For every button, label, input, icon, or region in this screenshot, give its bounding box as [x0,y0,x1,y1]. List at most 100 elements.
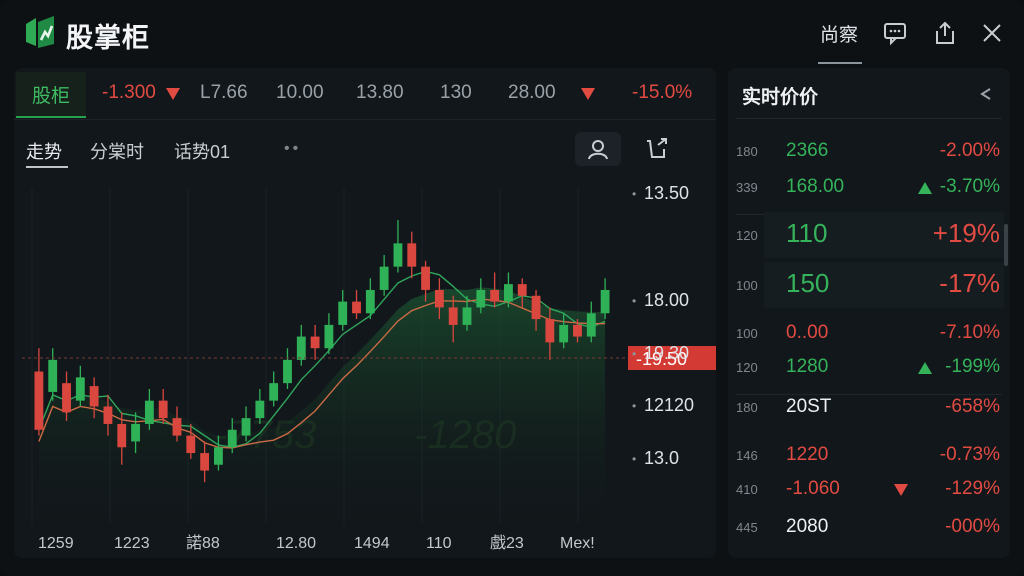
row-value: -1.060 [786,478,840,499]
quote-tab[interactable]: 股柜 [16,72,86,118]
price-row[interactable]: 445 2080 -000% [728,516,1010,550]
candle-body [34,371,44,430]
row-change: -199% [945,356,1000,377]
collapse-chevron-icon[interactable] [976,84,996,104]
row-code: 120 [736,228,758,243]
candle-body [352,301,361,314]
row-code: 120 [736,360,758,375]
candle-body [573,324,582,337]
candle-body [103,406,113,424]
candle-body [75,377,85,401]
candle-body [379,266,389,290]
y-tick-mark: • [632,399,636,413]
candle-body [393,243,403,267]
row-code: 445 [736,520,758,535]
candle-body [310,336,320,349]
candle-body [227,429,237,448]
user-button[interactable] [575,132,621,166]
candle-body [214,447,223,465]
row-change: -3.70% [939,176,1000,197]
candle-body [62,383,71,413]
quote-change: -1.300 [102,82,156,103]
x-tick-label: Mex! [560,535,595,552]
price-row[interactable]: 100 0..00 -7.10% [728,322,1010,356]
share-icon[interactable] [932,20,958,46]
candle-body [531,295,541,320]
quote-value-1: L7.66 [200,82,248,103]
row-value: 0..00 [786,322,829,343]
x-tick-label: 110 [426,535,452,552]
y-tick-label: 18.00 [644,290,689,310]
row-change: -7.10% [939,322,1000,343]
export-button[interactable] [634,132,680,166]
price-row[interactable]: 180 2366 -2.00% [728,140,1010,174]
row-change: -000% [945,516,1000,537]
up-arrow-icon [918,182,932,194]
candle-body [117,423,127,448]
price-row[interactable]: 100 150 -17% [728,268,1010,314]
y-tick-label: 19.30 [644,343,689,363]
top-nav-link[interactable]: 尚察 [820,20,858,47]
x-tick-label: 諾88 [186,534,220,552]
row-code: 180 [736,400,758,415]
candle-body [131,423,140,442]
down-arrow-icon [894,484,908,496]
candle-body [517,284,527,296]
candle-body [600,289,610,314]
candle-body [89,386,99,407]
tab-trend-01[interactable]: 话势01 [174,138,230,164]
realtime-price-panel: 实时价价 180 2366 -2.00% 339 168.00 -3.70% 120 110 +… [728,68,1010,558]
row-change: -129% [945,478,1000,499]
price-row[interactable]: 180 20ST -658% [728,396,1010,430]
row-value: 2080 [786,516,829,537]
tab-intraday[interactable]: 分棠时 [90,138,144,164]
candle-body [338,301,348,325]
row-change: -658% [945,396,1000,417]
candle-body [490,289,500,302]
row-value: 150 [786,268,830,298]
candle-body [324,324,334,349]
row-change: -2.00% [939,140,1000,161]
chat-icon[interactable] [882,20,908,46]
price-row[interactable]: 120 110 +19% [728,218,1010,264]
row-code: 100 [736,326,758,341]
quote-value-2: 10.00 [276,82,324,103]
close-icon[interactable] [979,20,1005,46]
quote-value-5: 28.00 [508,82,556,103]
up-arrow-icon [918,362,932,374]
candle-body [255,400,265,419]
brand-logo-icon [26,16,54,48]
y-tick-label: 12120 [644,395,694,415]
candlestick-chart[interactable]: -7753-1280-19.50•12.60•13.50•18.00•19.30… [14,178,716,558]
price-row[interactable]: 120 1280 -199% [728,356,1010,390]
row-value: 20ST [786,396,832,417]
top-nav-underline [818,62,862,64]
scrollbar[interactable] [1004,224,1008,266]
x-tick-label: 1259 [38,535,74,552]
divider [736,394,1002,395]
candle-body [421,266,430,290]
price-row[interactable]: 410 -1.060 -129% [728,478,1010,512]
quote-percent: -15.0% [632,82,693,103]
trend-area [38,287,606,523]
y-tick-mark: • [632,187,636,201]
tab-trend-underline [26,166,68,168]
user-icon [588,140,608,160]
x-tick-label: 1223 [114,535,150,552]
more-tabs[interactable]: •• [284,140,301,158]
row-change: +19% [932,218,1000,248]
price-row[interactable]: 339 168.00 -3.70% [728,176,1010,210]
app-window: 股掌柜 尚察 股柜 -1.300 L7.66 10.00 13.80 130 2… [0,0,1024,576]
row-value: 2366 [786,140,829,161]
candle-body [172,418,182,436]
candle-body [144,400,154,424]
quote-value-4: 130 [440,82,472,103]
tab-trend[interactable]: 走势 [26,138,62,164]
row-change: -0.73% [939,444,1000,465]
x-tick-label: 12.80 [276,535,316,552]
price-row[interactable]: 146 1220 -0.73% [728,444,1010,478]
y-tick-mark: • [632,452,636,466]
row-change: -17% [939,268,1000,298]
row-code: 339 [736,180,758,195]
candle-body [158,400,168,419]
